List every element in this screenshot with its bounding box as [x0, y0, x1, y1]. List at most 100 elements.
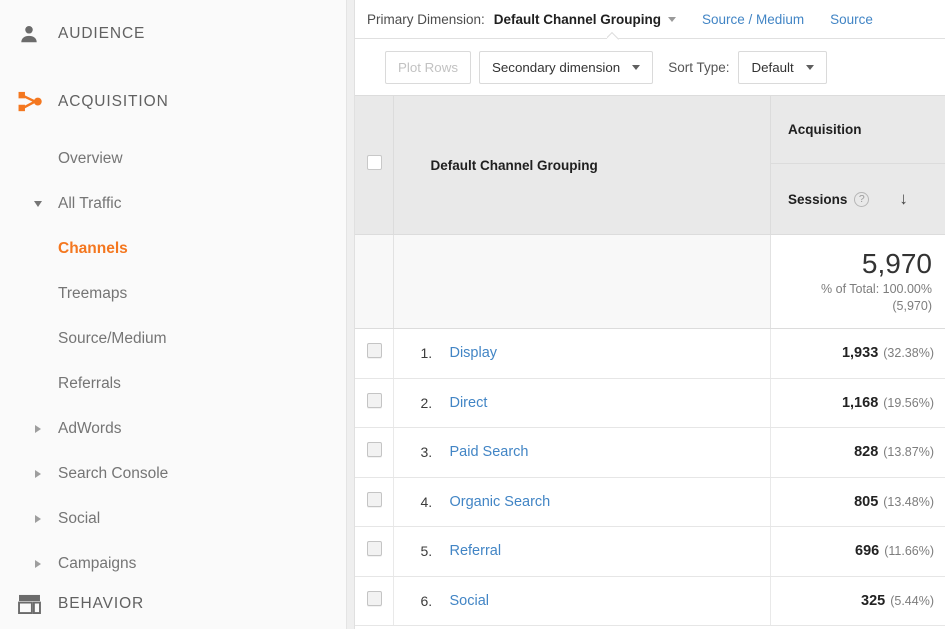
primary-dimension-link-source[interactable]: Source: [830, 12, 873, 27]
row-index: 2.: [420, 394, 433, 411]
table-body: 5,970 % of Total: 100.00% (5,970) 1. Disp…: [355, 234, 945, 626]
sidebar-item-label: All Traffic: [58, 194, 122, 212]
table-header: Default Channel Grouping Acquisition Ses…: [355, 95, 945, 235]
row-index: 1.: [420, 345, 433, 362]
row-sessions-value: 325: [861, 592, 886, 609]
select-all-checkbox[interactable]: [366, 155, 382, 170]
sidebar-item-all-traffic[interactable]: All Traffic: [0, 181, 346, 226]
row-dimension-cell: 6. Social: [393, 576, 772, 626]
row-channel-link[interactable]: Paid Search: [449, 444, 528, 460]
acquisition-column-group: Acquisition Sessions ? ↓: [770, 95, 945, 235]
row-index: 3.: [420, 444, 433, 461]
sidebar-item-label: Referrals: [58, 374, 121, 392]
row-sessions-percent: (32.38%): [883, 346, 934, 361]
row-checkbox-cell: [355, 526, 395, 577]
sidebar-item-label: Search Console: [58, 464, 169, 482]
total-dimension-cell: [393, 234, 772, 329]
sidebar-item-search-console[interactable]: Search Console: [0, 451, 346, 496]
row-sessions-cell: 1,168 (19.56%): [770, 378, 945, 428]
help-icon[interactable]: ?: [854, 191, 870, 207]
row-sessions-cell: 1,933 (32.38%): [770, 328, 945, 379]
primary-dimension-value: Default Channel Grouping: [493, 12, 662, 27]
dimension-column-header[interactable]: Default Channel Grouping: [393, 95, 772, 235]
person-icon: [18, 23, 58, 45]
row-dimension-cell: 1. Display: [393, 328, 772, 379]
sidebar-section-behavior[interactable]: BEHAVIOR: [0, 570, 346, 629]
sidebar-item-adwords[interactable]: AdWords: [0, 406, 346, 451]
table-controls-bar: Plot Rows Secondary dimension Sort Type:…: [355, 39, 945, 95]
sidebar-divider: [346, 0, 355, 629]
table-row: 4. Organic Search 805 (13.48%): [355, 477, 945, 527]
total-sessions-value: 5,970: [861, 248, 932, 279]
report-main-panel: Primary Dimension: Default Channel Group…: [355, 0, 945, 629]
row-sessions-percent: (5.44%): [890, 593, 934, 608]
chevron-right-icon: [18, 469, 58, 478]
row-sessions-value: 1,933: [841, 345, 879, 362]
row-channel-link[interactable]: Referral: [449, 543, 501, 559]
chevron-down-icon: [805, 64, 814, 70]
sidebar-section-acquisition[interactable]: ACQUISITION: [0, 68, 346, 136]
share-nodes-icon: [18, 91, 58, 113]
table-row: 6. Social 325 (5.44%): [355, 576, 945, 626]
row-sessions-cell: 828 (13.87%): [770, 427, 945, 478]
row-checkbox[interactable]: [366, 541, 382, 557]
row-dimension-cell: 4. Organic Search: [393, 477, 772, 527]
row-channel-link[interactable]: Organic Search: [449, 494, 550, 510]
row-sessions-percent: (19.56%): [883, 395, 934, 410]
total-checkbox-cell: [355, 234, 395, 329]
row-sessions-percent: (13.87%): [883, 445, 934, 460]
row-checkbox[interactable]: [366, 491, 382, 507]
sort-type-value: Default: [751, 59, 794, 75]
primary-dimension-dropdown[interactable]: Default Channel Grouping: [493, 12, 677, 27]
plot-rows-button[interactable]: Plot Rows: [385, 50, 471, 84]
sidebar-navigation: AUDIENCE ACQUISITION Overview All Traffic…: [0, 0, 346, 629]
primary-dimension-link-source-medium[interactable]: Source / Medium: [702, 12, 804, 27]
sidebar-item-source-medium[interactable]: Source/Medium: [0, 316, 346, 361]
chevron-right-glyph: [35, 469, 41, 478]
total-absolute-line: (5,970): [892, 299, 932, 313]
row-checkbox[interactable]: [366, 442, 382, 458]
sessions-metric-header[interactable]: Sessions ? ↓: [771, 164, 945, 234]
sidebar-item-label: Source/Medium: [58, 329, 167, 347]
row-checkbox[interactable]: [366, 343, 382, 359]
row-index: 6.: [420, 592, 433, 609]
row-sessions-cell: 805 (13.48%): [770, 477, 945, 527]
row-channel-link[interactable]: Direct: [449, 395, 487, 411]
chevron-right-icon: [18, 514, 58, 523]
sort-descending-arrow[interactable]: ↓: [899, 189, 908, 209]
row-channel-link[interactable]: Display: [449, 345, 497, 361]
sidebar-item-label: Overview: [58, 149, 123, 167]
sidebar-item-treemaps[interactable]: Treemaps: [0, 271, 346, 316]
analytics-report-page: AUDIENCE ACQUISITION Overview All Traffic…: [0, 0, 945, 629]
channels-data-table: Default Channel Grouping Acquisition Ses…: [355, 95, 945, 626]
row-sessions-cell: 696 (11.66%): [770, 526, 945, 577]
table-total-row: 5,970 % of Total: 100.00% (5,970): [355, 234, 945, 329]
row-checkbox-cell: [355, 576, 395, 626]
sidebar-section-label: AUDIENCE: [58, 25, 146, 42]
row-sessions-value: 696: [855, 543, 880, 560]
chevron-down-icon: [632, 64, 641, 70]
row-channel-link[interactable]: Social: [449, 593, 489, 609]
sidebar-item-referrals[interactable]: Referrals: [0, 361, 346, 406]
row-dimension-cell: 3. Paid Search: [393, 427, 772, 478]
secondary-dimension-button[interactable]: Secondary dimension: [479, 50, 654, 84]
row-checkbox[interactable]: [366, 392, 382, 408]
row-sessions-percent: (11.66%): [884, 544, 934, 559]
sidebar-item-label: AdWords: [58, 419, 122, 437]
sidebar-item-label: Channels: [58, 239, 128, 257]
row-sessions-value: 828: [854, 444, 879, 461]
select-all-cell: [355, 95, 395, 235]
total-sessions-cell: 5,970 % of Total: 100.00% (5,970): [770, 234, 945, 329]
row-dimension-cell: 5. Referral: [393, 526, 772, 577]
sidebar-item-channels[interactable]: Channels: [0, 226, 346, 271]
primary-dimension-underline: [355, 38, 945, 39]
sort-type-button[interactable]: Default: [738, 50, 827, 84]
sidebar-section-audience[interactable]: AUDIENCE: [0, 0, 346, 68]
sidebar-item-social[interactable]: Social: [0, 496, 346, 541]
sidebar-item-overview[interactable]: Overview: [0, 136, 346, 181]
row-checkbox-cell: [355, 378, 395, 428]
sidebar-section-label: BEHAVIOR: [58, 595, 145, 612]
chevron-down-glyph: [34, 200, 42, 207]
row-checkbox[interactable]: [366, 590, 382, 606]
row-index: 5.: [420, 543, 433, 560]
